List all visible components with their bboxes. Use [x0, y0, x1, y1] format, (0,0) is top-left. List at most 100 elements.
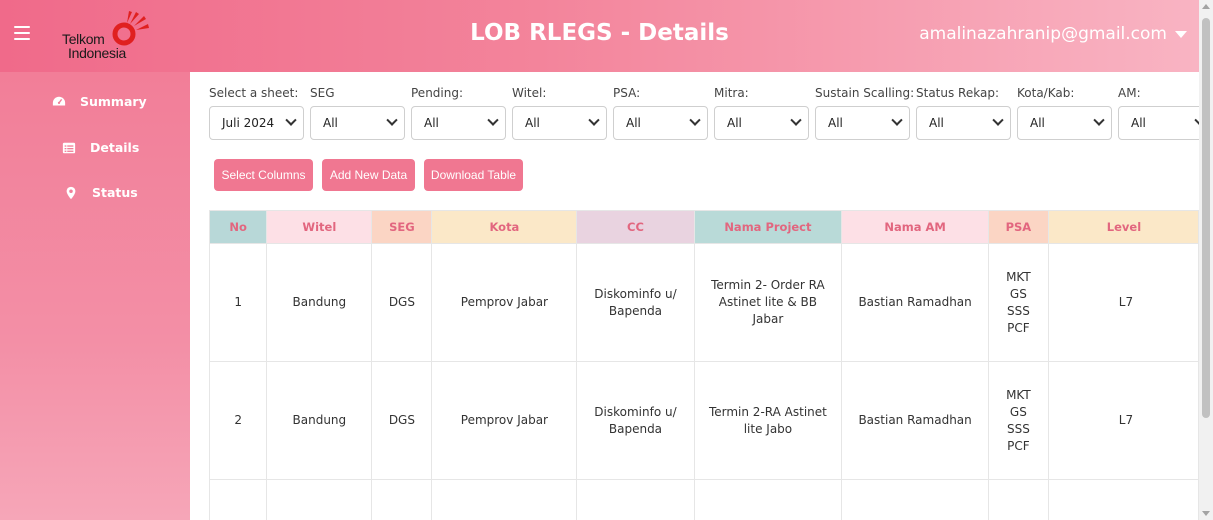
column-header-kota[interactable]: Kota [431, 210, 578, 244]
caret-down-icon [1175, 30, 1187, 38]
filter-label: AM: [1118, 86, 1141, 100]
cell-kota: Pemprov Jabar [431, 243, 578, 362]
mitra-select[interactable]: All [714, 106, 809, 140]
chevron-down-icon [487, 114, 499, 126]
sidebar-item-status[interactable]: Status [64, 185, 138, 200]
scroll-up-arrow-icon[interactable] [1202, 4, 1210, 9]
chevron-down-icon [689, 114, 701, 126]
cell-nama-project: Termin 2- Order RA Astinet lite & BB Jab… [693, 243, 843, 362]
select-columns-button[interactable]: Select Columns [214, 159, 313, 191]
select-value: All [323, 116, 338, 130]
sustain-scalling-select[interactable]: All [815, 106, 910, 140]
sidebar-item-details[interactable]: Details [62, 140, 139, 155]
cell-kota: Pemprov Jabar [431, 361, 578, 480]
filter-pending: Pending: All [411, 86, 506, 140]
cell-seg: DGS [371, 243, 433, 362]
details-table: No Witel SEG Kota CC Nama Project Nama A… [208, 210, 1199, 520]
filter-label: Pending: [411, 86, 464, 100]
column-header-cc[interactable]: CC [576, 210, 695, 244]
column-header-seg[interactable]: SEG [371, 210, 433, 244]
column-header-no[interactable]: No [208, 210, 268, 244]
table-row: 2 Bandung DGS Pemprov Jabar Diskominfo u… [208, 361, 1199, 480]
page-scrollbar[interactable] [1199, 0, 1213, 520]
list-icon [62, 142, 76, 153]
filter-label: Kota/Kab: [1017, 86, 1075, 100]
chevron-down-icon [285, 114, 297, 126]
column-header-witel[interactable]: Witel [266, 210, 373, 244]
sheet-select[interactable]: Juli 2024 [209, 106, 304, 140]
table-row [208, 479, 1199, 520]
filter-seg: SEG All [310, 86, 405, 140]
filter-label: Mitra: [714, 86, 749, 100]
cell-witel: Bandung [266, 361, 373, 480]
select-value: All [525, 116, 540, 130]
cell-level: L7 [1047, 361, 1199, 480]
filter-status-rekap: Status Rekap: All [916, 86, 1011, 140]
seg-select[interactable]: All [310, 106, 405, 140]
cell-no: 2 [208, 361, 268, 480]
filter-sheet: Select a sheet: Juli 2024 [209, 86, 304, 140]
cell-seg: DGS [371, 361, 433, 480]
pending-select[interactable]: All [411, 106, 506, 140]
select-value: Juli 2024 [222, 116, 275, 130]
select-value: All [424, 116, 439, 130]
location-pin-icon [66, 186, 76, 199]
table-row: 1 Bandung DGS Pemprov Jabar Diskominfo u… [208, 243, 1199, 362]
download-table-button[interactable]: Download Table [424, 159, 523, 191]
user-menu[interactable]: amalinazahranip@gmail.com [919, 24, 1187, 44]
chevron-down-icon [891, 114, 903, 126]
select-value: All [626, 116, 641, 130]
psa-select[interactable]: All [613, 106, 708, 140]
scrollbar-thumb[interactable] [1202, 18, 1210, 418]
filter-label: Select a sheet: [209, 86, 299, 100]
filter-label: SEG [310, 86, 335, 100]
column-header-level[interactable]: Level [1047, 210, 1199, 244]
dashboard-icon [52, 96, 66, 105]
column-header-psa[interactable]: PSA [987, 210, 1049, 244]
filter-label: Status Rekap: [916, 86, 999, 100]
filter-witel: Witel: All [512, 86, 607, 140]
table-header-row: No Witel SEG Kota CC Nama Project Nama A… [208, 210, 1199, 244]
cell-nama-am: Bastian Ramadhan [841, 243, 989, 362]
column-header-nama-am[interactable]: Nama AM [841, 210, 989, 244]
filter-am: AM: All [1118, 86, 1199, 140]
add-new-data-button[interactable]: Add New Data [322, 159, 415, 191]
filter-psa: PSA: All [613, 86, 708, 140]
select-value: All [828, 116, 843, 130]
filter-sustain-scalling: Sustain Scalling: All [815, 86, 915, 140]
select-value: All [727, 116, 742, 130]
witel-select[interactable]: All [512, 106, 607, 140]
cell-nama-am: Bastian Ramadhan [841, 361, 989, 480]
sidebar-item-label: Summary [80, 94, 147, 109]
chevron-down-icon [1093, 114, 1105, 126]
filter-label: Witel: [512, 86, 547, 100]
sidebar-item-label: Details [90, 140, 140, 155]
select-value: All [1131, 116, 1146, 130]
select-value: All [929, 116, 944, 130]
cell-psa: MKT GS SSS PCF [987, 361, 1049, 480]
chevron-down-icon [588, 114, 600, 126]
filter-label: Sustain Scalling: [815, 86, 915, 100]
cell-cc: Diskominfo u/ Bapenda [576, 361, 695, 480]
cell-witel: Bandung [266, 243, 373, 362]
app-header: Telkom Indonesia LOB RLEGS - Details ama… [0, 0, 1199, 72]
sidebar-item-summary[interactable]: Summary [52, 94, 147, 109]
sidebar-item-label: Status [92, 185, 138, 200]
chevron-down-icon [790, 114, 802, 126]
filter-mitra: Mitra: All [714, 86, 809, 140]
cell-psa: MKT GS SSS PCF [987, 243, 1049, 362]
status-rekap-select[interactable]: All [916, 106, 1011, 140]
filter-kota-kab: Kota/Kab: All [1017, 86, 1112, 140]
cell-nama-project: Termin 2-RA Astinet lite Jabo [693, 361, 843, 480]
scroll-down-arrow-icon[interactable] [1202, 511, 1210, 516]
kota-kab-select[interactable]: All [1017, 106, 1112, 140]
chevron-down-icon [386, 114, 398, 126]
cell-no: 1 [208, 243, 268, 362]
chevron-down-icon [992, 114, 1004, 126]
select-value: All [1030, 116, 1045, 130]
filter-label: PSA: [613, 86, 641, 100]
am-select[interactable]: All [1118, 106, 1199, 140]
column-header-nama-project[interactable]: Nama Project [693, 210, 843, 244]
cell-level: L7 [1047, 243, 1199, 362]
cell-cc: Diskominfo u/ Bapenda [576, 243, 695, 362]
